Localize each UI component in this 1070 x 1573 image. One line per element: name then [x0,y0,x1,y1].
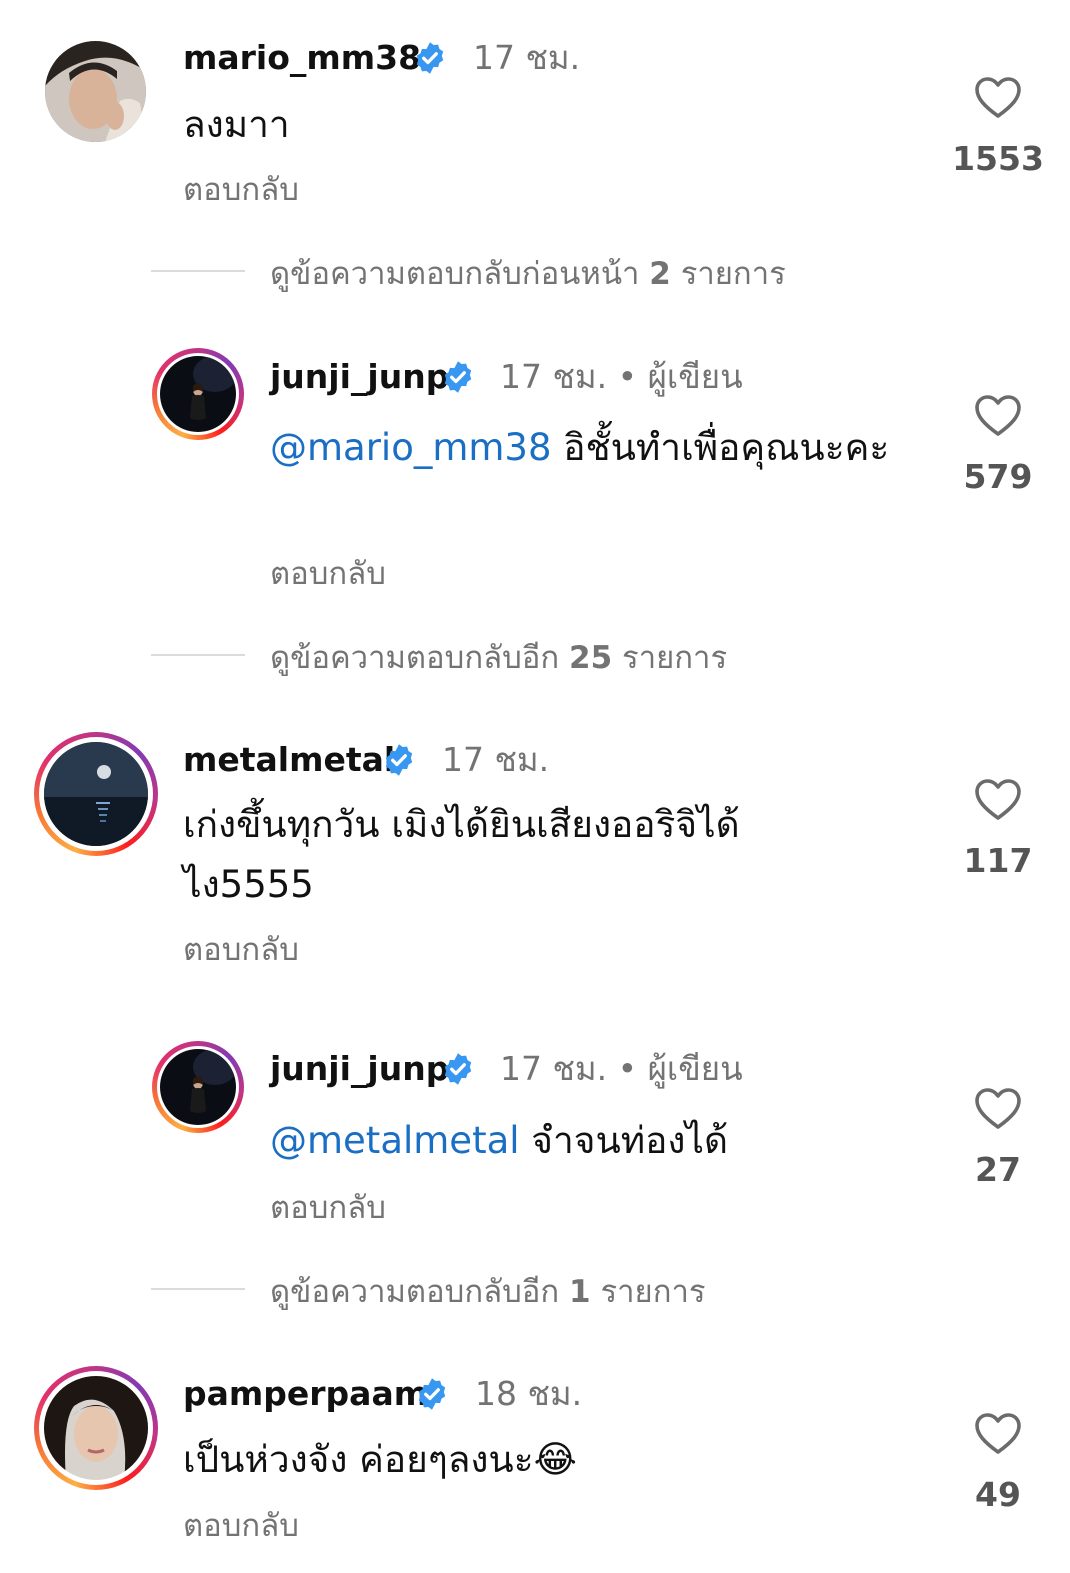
comment-time: 18 ชม. [475,1374,583,1413]
comment-body: อิชั้นทำเพื่อคุณนะคะ [551,426,890,469]
heart-outline-icon[interactable] [974,1412,1022,1456]
avatar-photo [160,356,236,432]
username[interactable]: junji_junp [270,1049,449,1089]
verified-badge-icon [444,361,472,393]
reply-button[interactable]: ตอบกลับ [270,1188,386,1228]
like-count: 117 [963,841,1033,880]
username[interactable]: pamperpaam [183,1374,428,1414]
view-replies-text[interactable]: ดูข้อความตอบกลับอีก 25 รายการ [270,638,727,678]
verified-badge-icon [418,1378,446,1410]
comment-text: เก่งขึ้นทุกวัน เมิงได้ยินเสียงออริจิได้ไ… [183,795,843,915]
avatar-photo [160,1049,236,1125]
avatar-photo [44,1376,148,1480]
thread-line [151,270,245,272]
comment-time: 17 ชม. • ผู้เขียน [500,1049,743,1088]
avatar[interactable] [152,348,244,440]
heart-outline-icon[interactable] [974,76,1022,120]
reply-button[interactable]: ตอบกลับ [183,930,299,970]
view-replies-text[interactable]: ดูข้อความตอบกลับก่อนหน้า 2 รายการ [270,254,786,294]
comment-text: ลงมาา [183,95,903,155]
avatar[interactable] [45,41,146,142]
avatar[interactable] [34,1366,158,1490]
like-count: 27 [975,1150,1021,1189]
thread-line [151,1288,245,1290]
avatar-photo [44,742,148,846]
verified-badge-icon [444,1053,472,1085]
comment-time: 17 ชม. [442,740,550,779]
heart-outline-icon[interactable] [974,394,1022,438]
heart-outline-icon[interactable] [974,1087,1022,1131]
view-replies-text[interactable]: ดูข้อความตอบกลับอีก 1 รายการ [270,1272,706,1312]
verified-badge-icon [416,42,444,74]
author-tag: • ผู้เขียน [617,357,743,396]
verified-badge-icon [385,744,413,776]
username[interactable]: metalmetal [183,740,395,780]
comment-time: 17 ชม. [473,38,581,77]
avatar-photo [45,41,146,142]
author-tag: • ผู้เขียน [617,1049,743,1088]
username[interactable]: mario_mm38 [183,38,421,78]
mention-link[interactable]: @metalmetal [270,1119,520,1162]
comment-time: 17 ชม. • ผู้เขียน [500,357,743,396]
heart-outline-icon[interactable] [974,778,1022,822]
thread-line [151,654,245,656]
comment-body: จำจนท่องได้ [519,1119,729,1162]
comment-text: @mario_mm38 อิชั้นทำเพื่อคุณนะคะ [270,418,900,478]
avatar[interactable] [152,1041,244,1133]
comment-body: เป็นห่วงจัง ค่อยๆลงนะ😂 [183,1438,577,1481]
like-count: 1553 [952,139,1044,178]
comment-body: ลงมาา [183,103,290,146]
username[interactable]: junji_junp [270,357,449,397]
comment-body: เก่งขึ้นทุกวัน เมิงได้ยินเสียงออริจิได้ไ… [183,803,740,906]
like-count: 49 [975,1475,1021,1514]
reply-button[interactable]: ตอบกลับ [183,170,299,210]
avatar[interactable] [34,732,158,856]
reply-button[interactable]: ตอบกลับ [270,554,386,594]
reply-button[interactable]: ตอบกลับ [183,1506,299,1546]
like-count: 579 [963,457,1033,496]
comment-text: @metalmetal จำจนท่องได้ [270,1111,900,1171]
comment-text: เป็นห่วงจัง ค่อยๆลงนะ😂 [183,1430,903,1490]
mention-link[interactable]: @mario_mm38 [270,426,552,469]
